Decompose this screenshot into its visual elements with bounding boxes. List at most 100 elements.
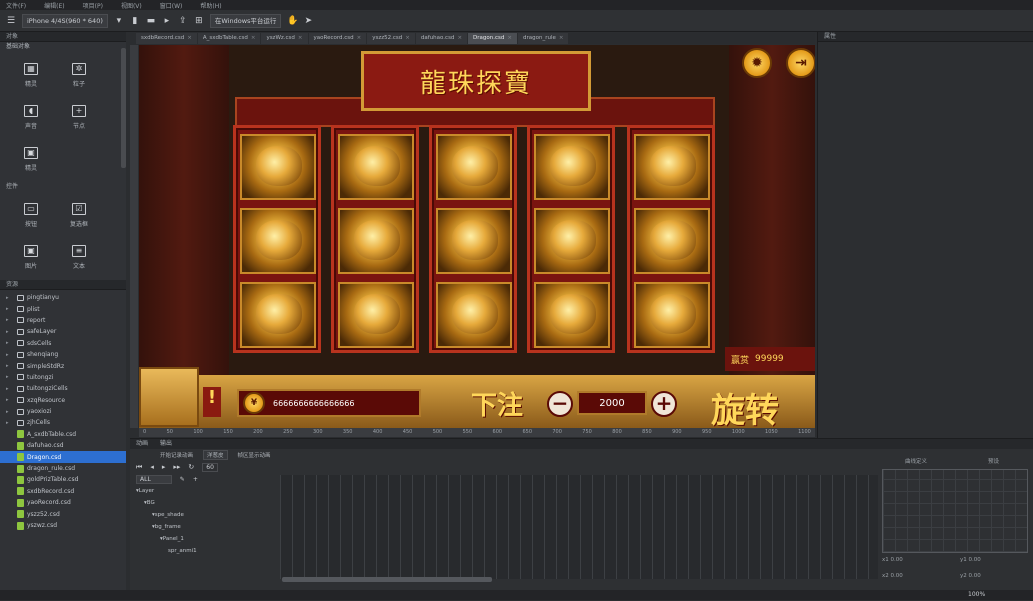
timeline-tab[interactable]: 动画 bbox=[136, 439, 148, 449]
play-icon[interactable]: ▸ bbox=[162, 16, 172, 26]
close-icon[interactable]: × bbox=[298, 33, 303, 44]
fps-field[interactable]: 60 bbox=[202, 462, 218, 472]
tab-yszz52-csd[interactable]: yszz52.csd × bbox=[367, 33, 415, 44]
spin-button[interactable]: 旋转 bbox=[711, 383, 779, 428]
tree-item[interactable]: yszwz.csd bbox=[0, 520, 126, 531]
layer-row[interactable]: ▾ Panel_1 bbox=[130, 533, 278, 545]
tab-a-sxdbtable-csd[interactable]: A_sxdbTable.csd × bbox=[197, 33, 261, 44]
onion-skin-toggle[interactable]: 洋葱皮 bbox=[203, 450, 228, 460]
expand-icon[interactable]: ▸ bbox=[6, 340, 14, 346]
tool-checkbox[interactable]: ☑ 复选框 bbox=[58, 196, 100, 234]
bet-plus-button[interactable]: + bbox=[651, 391, 677, 417]
pointer-icon[interactable]: ➤ bbox=[303, 16, 313, 26]
portrait-icon[interactable]: ▮ bbox=[130, 16, 140, 26]
tree-item[interactable]: Dragon.csd bbox=[0, 451, 126, 463]
tool-text[interactable]: ≡ 文本 bbox=[58, 238, 100, 276]
tab-dragon-csd[interactable]: Dragon.csd × bbox=[468, 33, 517, 44]
curve-header-right[interactable]: 预设 bbox=[988, 457, 999, 465]
next-frame-icon[interactable]: ▸▸ bbox=[173, 463, 180, 471]
expand-icon[interactable]: ▸ bbox=[6, 306, 14, 312]
show-animation-toggle[interactable]: 帧区显示动画 bbox=[238, 451, 271, 459]
close-icon[interactable]: × bbox=[457, 33, 462, 44]
close-icon[interactable]: × bbox=[559, 33, 564, 44]
menu-item[interactable]: 帮助(H) bbox=[200, 1, 221, 10]
close-icon[interactable]: × bbox=[251, 33, 256, 44]
menu-item[interactable]: 窗口(W) bbox=[160, 1, 183, 10]
expand-icon[interactable]: ▸ bbox=[6, 386, 14, 392]
loop-icon[interactable]: ↻ bbox=[188, 463, 194, 471]
expand-icon[interactable]: ▸ bbox=[6, 420, 14, 426]
tree-item[interactable]: ▸ tuitongziCells bbox=[0, 383, 126, 394]
layer-row[interactable]: ▾ bg_frame bbox=[130, 521, 278, 533]
exit-button[interactable]: ⇥ bbox=[786, 48, 815, 78]
expand-icon[interactable]: ▸ bbox=[6, 295, 14, 301]
settings-button[interactable]: ✹ bbox=[742, 48, 772, 78]
add-icon[interactable]: + bbox=[193, 476, 198, 483]
layer-row[interactable]: spr_anmi1 bbox=[130, 545, 278, 557]
record-animation-button[interactable]: 开始记录动画 bbox=[160, 451, 193, 459]
tab-dafuhao-csd[interactable]: dafuhao.csd × bbox=[415, 33, 468, 44]
tool-audio[interactable]: ◖ 声音 bbox=[10, 98, 52, 136]
tree-item[interactable]: ▸ safeLayer bbox=[0, 326, 126, 337]
close-icon[interactable]: × bbox=[405, 33, 410, 44]
tree-item[interactable]: ▸ plist bbox=[0, 303, 126, 314]
expand-icon[interactable]: ▸ bbox=[6, 352, 14, 358]
tree-item[interactable]: goldPrizTable.csd bbox=[0, 474, 126, 485]
run-target-dropdown[interactable]: 在Windows平台运行 bbox=[209, 13, 282, 28]
tree-item[interactable]: ▸ report bbox=[0, 315, 126, 326]
tool-button[interactable]: ▭ 按钮 bbox=[10, 196, 52, 234]
tree-item[interactable]: dafuhao.csd bbox=[0, 440, 126, 451]
tool-sprite[interactable]: ▦ 精灵 bbox=[10, 56, 52, 94]
tool-particle[interactable]: ✲ 粒子 bbox=[58, 56, 100, 94]
tree-item[interactable]: ▸ xzqResource bbox=[0, 395, 126, 406]
expand-icon[interactable]: ▸ bbox=[6, 363, 14, 369]
layer-filter-dropdown[interactable]: ALL bbox=[136, 474, 172, 484]
tree-item[interactable]: yaoRecord.csd bbox=[0, 497, 126, 508]
bet-minus-button[interactable]: − bbox=[547, 391, 573, 417]
zoom-level[interactable]: 100% bbox=[968, 591, 985, 598]
play-icon[interactable]: ▸ bbox=[162, 463, 166, 471]
expand-icon[interactable]: ▸ bbox=[6, 409, 14, 415]
timeline-scrollbar[interactable] bbox=[282, 577, 492, 582]
curve-editor[interactable] bbox=[882, 469, 1028, 553]
expand-icon[interactable]: ▸ bbox=[6, 329, 14, 335]
tree-item[interactable]: ▸ pingtianyu bbox=[0, 292, 126, 303]
tree-item[interactable]: ▸ sdsCells bbox=[0, 338, 126, 349]
layer-row[interactable]: ▾ BG bbox=[130, 497, 278, 509]
tool-image[interactable]: ▣ 精灵 bbox=[10, 140, 52, 178]
menu-item[interactable]: 视图(V) bbox=[121, 1, 142, 10]
tree-item[interactable]: ▸ zjhCells bbox=[0, 417, 126, 428]
device-dropdown[interactable]: iPhone 4/4S(960 * 640) bbox=[22, 13, 108, 28]
tab-dragon-rule[interactable]: dragon_rule × bbox=[518, 33, 569, 44]
design-canvas[interactable]: 龍珠探寶 ✹ ⇥ 赢赏 99999 ! ¥ 6666666666666666 下… bbox=[139, 45, 815, 428]
tool-image[interactable]: ▣ 图片 bbox=[10, 238, 52, 276]
edit-icon[interactable]: ✎ bbox=[180, 476, 185, 483]
expand-icon[interactable]: ▸ bbox=[6, 374, 14, 380]
chevron-down-icon[interactable]: ▾ bbox=[114, 16, 124, 26]
tree-item[interactable]: dragon_rule.csd bbox=[0, 463, 126, 474]
tree-item[interactable]: ▸ shenqiang bbox=[0, 349, 126, 360]
menu-item[interactable]: 文件(F) bbox=[6, 1, 26, 10]
landscape-icon[interactable]: ▬ bbox=[146, 16, 156, 26]
tab-sxdbrecord-csd[interactable]: sxdbRecord.csd × bbox=[136, 33, 197, 44]
timeline-tab[interactable]: 输出 bbox=[160, 439, 172, 449]
tree-item[interactable]: sxdbRecord.csd bbox=[0, 486, 126, 497]
left-scrollbar[interactable] bbox=[121, 48, 126, 168]
tree-item[interactable]: yszz52.csd bbox=[0, 508, 126, 519]
prev-frame-icon[interactable]: ◂ bbox=[150, 463, 154, 471]
hand-icon[interactable]: ✋ bbox=[287, 16, 298, 26]
timeline-tracks[interactable] bbox=[280, 475, 878, 579]
tree-item[interactable]: A_sxdbTable.csd bbox=[0, 429, 126, 440]
expand-icon[interactable]: ▸ bbox=[6, 397, 14, 403]
layer-row[interactable]: ▾ Layer bbox=[130, 485, 278, 497]
first-frame-icon[interactable]: ⏮ bbox=[136, 463, 142, 472]
menu-item[interactable]: 项目(P) bbox=[83, 1, 103, 10]
tree-item[interactable]: ▸ tuitongzi bbox=[0, 372, 126, 383]
close-icon[interactable]: × bbox=[507, 33, 512, 44]
publish-icon[interactable]: ⇪ bbox=[178, 16, 188, 26]
menu-item[interactable]: 编辑(E) bbox=[44, 1, 64, 10]
expand-icon[interactable]: ▸ bbox=[6, 317, 14, 323]
close-icon[interactable]: × bbox=[187, 33, 192, 44]
tool-node[interactable]: + 节点 bbox=[58, 98, 100, 136]
tree-item[interactable]: ▸ yaoxiozi bbox=[0, 406, 126, 417]
